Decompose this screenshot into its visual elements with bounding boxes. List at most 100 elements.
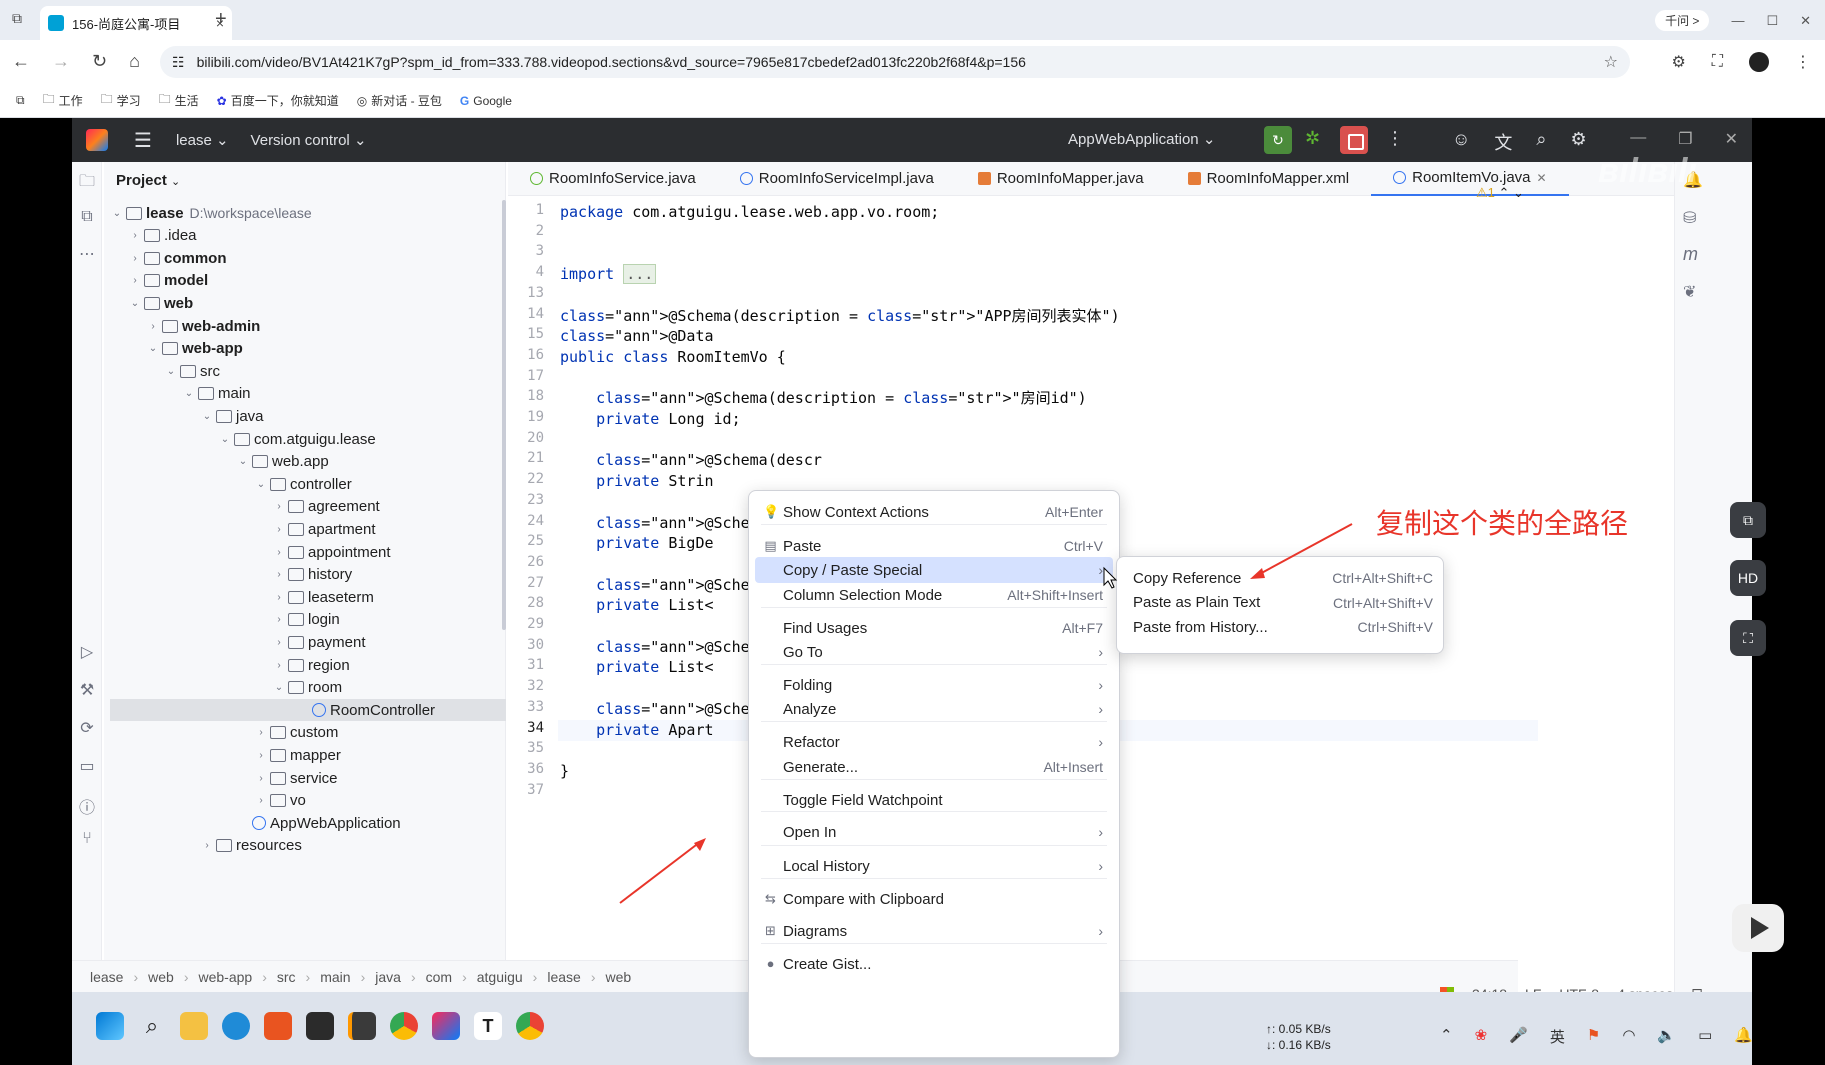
services-tool-icon[interactable]: ⟳ — [77, 718, 97, 738]
git-tool-icon[interactable]: ⑂ — [77, 830, 97, 850]
sublime-icon[interactable] — [348, 1012, 376, 1040]
tree-item-com-atguigu-lease[interactable]: ⌄ com.atguigu.lease — [104, 428, 484, 450]
tree-item-common[interactable]: › common — [104, 247, 484, 269]
ide-close-icon[interactable]: ✕ — [1725, 129, 1738, 149]
tree-item-leaseterm[interactable]: › leaseterm — [104, 586, 484, 608]
file-explorer-icon[interactable] — [180, 1012, 208, 1040]
chevron-down-icon[interactable]: ⌄ — [236, 456, 250, 467]
breadcrumb-item[interactable]: java — [375, 969, 401, 985]
more-tools-icon[interactable]: ⋯ — [77, 244, 97, 264]
editor-tab-roominfoservice-java[interactable]: RoomInfoService.java — [508, 162, 718, 196]
maven-icon[interactable]: m — [1683, 244, 1698, 265]
start-icon[interactable] — [96, 1012, 124, 1040]
menu-item-compare-with-clipboard[interactable]: ⇆ Compare with Clipboard — [755, 886, 1113, 912]
chevron-down-icon[interactable]: ⌄ — [218, 434, 232, 445]
tree-item-java[interactable]: ⌄ java — [104, 405, 484, 427]
structure-tool-icon[interactable]: ⧉ — [77, 208, 97, 228]
tree-item-model[interactable]: › model — [104, 270, 484, 292]
version-control-menu[interactable]: Version control ⌄ — [251, 131, 367, 149]
video-capture-icon[interactable]: ⛶ — [1730, 620, 1766, 656]
run-config-selector[interactable]: AppWebApplication ⌄ — [1068, 130, 1215, 148]
database-icon[interactable]: ⛁ — [1683, 208, 1696, 228]
breadcrumb-item[interactable]: web — [605, 969, 631, 985]
ide-restore-icon[interactable]: ❐ — [1678, 129, 1692, 149]
editor-tab-roominfomapper-java[interactable]: RoomInfoMapper.java — [956, 162, 1166, 196]
submenu-item-paste-as-plain-text[interactable]: Paste as Plain Text Ctrl+Alt+Shift+V — [1123, 590, 1439, 616]
tree-scrollbar-vertical[interactable] — [502, 200, 506, 630]
bookmark-baidu[interactable]: ✿ 百度一下，你就知道 — [217, 92, 339, 109]
battery-icon[interactable]: ▭ — [1698, 1026, 1712, 1047]
debug-icon[interactable]: ✲ — [1305, 128, 1320, 149]
tree-item-controller[interactable]: ⌄ controller — [104, 473, 484, 495]
menu-item-toggle-field-watchpoint[interactable]: Toggle Field Watchpoint — [755, 787, 1113, 813]
microphone-icon[interactable]: 🎤 — [1509, 1026, 1528, 1047]
breadcrumb-item[interactable]: com — [426, 969, 452, 985]
ubuntu-icon[interactable] — [264, 1012, 292, 1040]
profile-avatar[interactable] — [1749, 52, 1769, 72]
tree-item-src[interactable]: ⌄ src — [104, 360, 484, 382]
project-switcher[interactable]: lease ⌄ — [176, 131, 229, 149]
tree-item-agreement[interactable]: › agreement — [104, 496, 484, 518]
tree-item-service[interactable]: › service — [104, 767, 484, 789]
breadcrumb-item[interactable]: lease — [547, 969, 580, 985]
bookmark-life[interactable]: 🗀 生活 — [159, 90, 199, 111]
chevron-right-icon[interactable]: › — [272, 592, 286, 603]
account-icon[interactable]: ☺ — [1452, 129, 1470, 155]
edge-icon[interactable] — [222, 1012, 250, 1040]
editor-tab-roomitemvo-java[interactable]: RoomItemVo.java ✕ — [1371, 162, 1569, 196]
chevron-right-icon[interactable]: › — [272, 637, 286, 648]
bookmark-study[interactable]: 🗀 学习 — [101, 90, 141, 111]
tree-item-web[interactable]: ⌄ web — [104, 292, 484, 314]
chevron-right-icon[interactable]: › — [254, 727, 268, 738]
editor-tab-roominfoserviceimpl-java[interactable]: RoomInfoServiceImpl.java — [718, 162, 956, 196]
breadcrumb-item[interactable]: src — [277, 969, 296, 985]
bookmark-google[interactable]: G Google — [460, 94, 512, 108]
tree-item-mapper[interactable]: › mapper — [104, 744, 484, 766]
chevron-right-icon[interactable]: › — [272, 547, 286, 558]
ai-assistant-icon[interactable]: ❦ — [1683, 282, 1696, 302]
menu-item-local-history[interactable]: Local History › — [755, 853, 1113, 879]
menu-item-paste[interactable]: ▤ Paste Ctrl+V — [755, 533, 1113, 559]
menu-item-copy-paste-special[interactable]: Copy / Paste Special › — [755, 557, 1113, 583]
menu-item-find-usages[interactable]: Find Usages Alt+F7 — [755, 615, 1113, 641]
chevron-right-icon[interactable]: › — [200, 840, 214, 851]
browser-menu-icon[interactable]: ⋮ — [1795, 52, 1811, 72]
stop-icon[interactable] — [1340, 126, 1368, 154]
breadcrumb-item[interactable]: atguigu — [477, 969, 523, 985]
more-actions-icon[interactable]: ⋮ — [1386, 128, 1404, 149]
chrome-icon-2[interactable] — [516, 1012, 544, 1040]
tree-item--idea[interactable]: › .idea — [104, 225, 484, 247]
close-tab-icon[interactable]: ✕ — [1537, 171, 1547, 185]
ide-minimize-icon[interactable]: — — [1630, 129, 1646, 149]
browser-tab[interactable]: 156-尚庭公寓-项目 × — [40, 6, 232, 40]
terminal-app-icon[interactable] — [306, 1012, 334, 1040]
chevron-right-icon[interactable]: › — [254, 750, 268, 761]
typora-icon[interactable]: T — [474, 1012, 502, 1040]
bookmark-star-icon[interactable]: ☆ — [1604, 52, 1618, 72]
submenu-item-copy-reference[interactable]: Copy Reference Ctrl+Alt+Shift+C — [1123, 565, 1439, 591]
translate-icon[interactable]: 文 — [1494, 129, 1512, 155]
site-info-icon[interactable]: ☷ — [172, 54, 185, 71]
tree-item-appwebapplication[interactable]: AppWebApplication — [104, 812, 484, 834]
minimize-icon[interactable]: — — [1731, 13, 1744, 28]
chevron-down-icon[interactable]: ⌄ — [146, 343, 160, 354]
chevron-down-icon[interactable]: ⌄ — [254, 479, 268, 490]
notification-bell-icon[interactable]: 🔔 — [1734, 1026, 1753, 1047]
tree-item-region[interactable]: › region — [104, 654, 484, 676]
build-tool-icon[interactable]: ⚒ — [77, 680, 97, 700]
chevron-down-icon[interactable]: ⌄ — [128, 298, 142, 309]
maximize-icon[interactable]: ☐ — [1766, 13, 1778, 29]
taskbar-search-icon[interactable]: ⌕ — [138, 1012, 166, 1040]
back-icon[interactable]: ← — [12, 51, 30, 72]
menu-item-create-gist[interactable]: ● Create Gist... — [755, 951, 1113, 977]
reload-icon[interactable]: ↻ — [92, 51, 107, 72]
home-icon[interactable]: ⌂ — [129, 51, 140, 72]
problems-tool-icon[interactable]: ⓘ — [77, 794, 97, 817]
menu-item-diagrams[interactable]: ⊞ Diagrams › — [755, 918, 1113, 944]
tree-item-main[interactable]: ⌄ main — [104, 383, 484, 405]
chevron-right-icon[interactable]: › — [146, 321, 160, 332]
tray-app2-icon[interactable]: ⚑ — [1587, 1026, 1600, 1047]
run-tool-icon[interactable]: ▷ — [77, 642, 97, 662]
tree-item-apartment[interactable]: › apartment — [104, 518, 484, 540]
breadcrumb-item[interactable]: main — [320, 969, 350, 985]
